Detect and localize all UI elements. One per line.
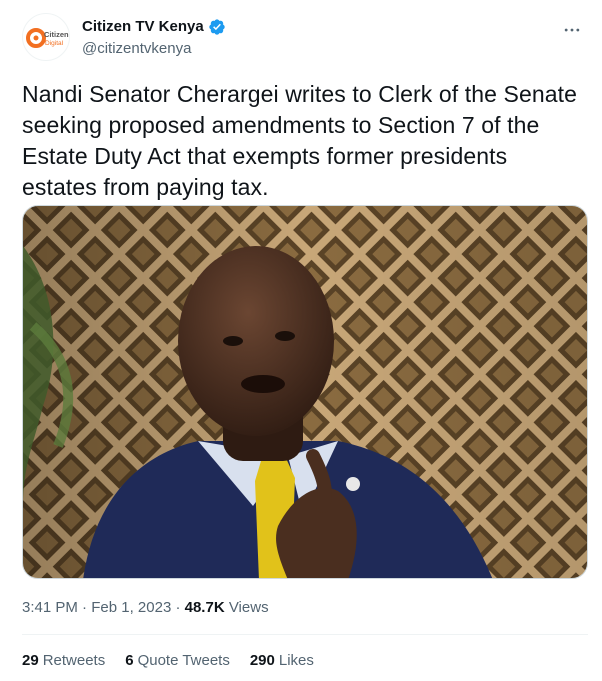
quotes-count: 6 bbox=[125, 652, 134, 669]
quotes-label: Quote Tweets bbox=[137, 652, 230, 669]
citizen-digital-logo: Citizen Digital bbox=[26, 28, 69, 48]
tweet-time[interactable]: 3:41 PM bbox=[22, 599, 78, 616]
quote-tweets-stat[interactable]: 6 Quote Tweets bbox=[125, 651, 230, 671]
avatar[interactable]: Citizen Digital bbox=[22, 13, 70, 61]
likes-count: 290 bbox=[249, 652, 275, 669]
retweets-stat[interactable]: 29 Retweets bbox=[22, 651, 105, 671]
tweet-card: Citizen Digital Citizen TV Kenya @citize… bbox=[0, 0, 602, 681]
likes-label: Likes bbox=[278, 652, 314, 669]
tweet-photo[interactable] bbox=[22, 205, 588, 579]
tweet-date[interactable]: Feb 1, 2023 bbox=[91, 599, 171, 616]
divider bbox=[22, 634, 588, 635]
meta-separator: · bbox=[82, 599, 88, 616]
more-horizontal-icon bbox=[564, 28, 580, 32]
tweet-meta: 3:41 PM · Feb 1, 2023 · 48.7K Views bbox=[22, 598, 269, 618]
retweets-count: 29 bbox=[22, 652, 39, 669]
tweet-text: Nandi Senator Cherargei writes to Clerk … bbox=[22, 81, 578, 200]
verified-badge-icon bbox=[209, 19, 225, 35]
retweets-label: Retweets bbox=[42, 652, 106, 669]
engagement-stats: 29 Retweets 6 Quote Tweets 290 Likes bbox=[22, 651, 314, 671]
avatar-logo-text-bottom: Digital bbox=[45, 40, 64, 47]
more-options-button[interactable] bbox=[560, 18, 584, 42]
author-handle[interactable]: @citizentvkenya bbox=[82, 39, 226, 59]
author-block: Citizen TV Kenya @citizentvkenya bbox=[82, 17, 226, 59]
avatar-logo-text-top: Citizen bbox=[44, 30, 69, 39]
likes-stat[interactable]: 290 Likes bbox=[250, 651, 314, 671]
photo-of-senator bbox=[23, 206, 587, 578]
views-label: Views bbox=[228, 599, 269, 616]
views-count: 48.7K bbox=[184, 599, 225, 616]
meta-separator: · bbox=[175, 599, 181, 616]
author-display-name[interactable]: Citizen TV Kenya bbox=[82, 17, 204, 37]
